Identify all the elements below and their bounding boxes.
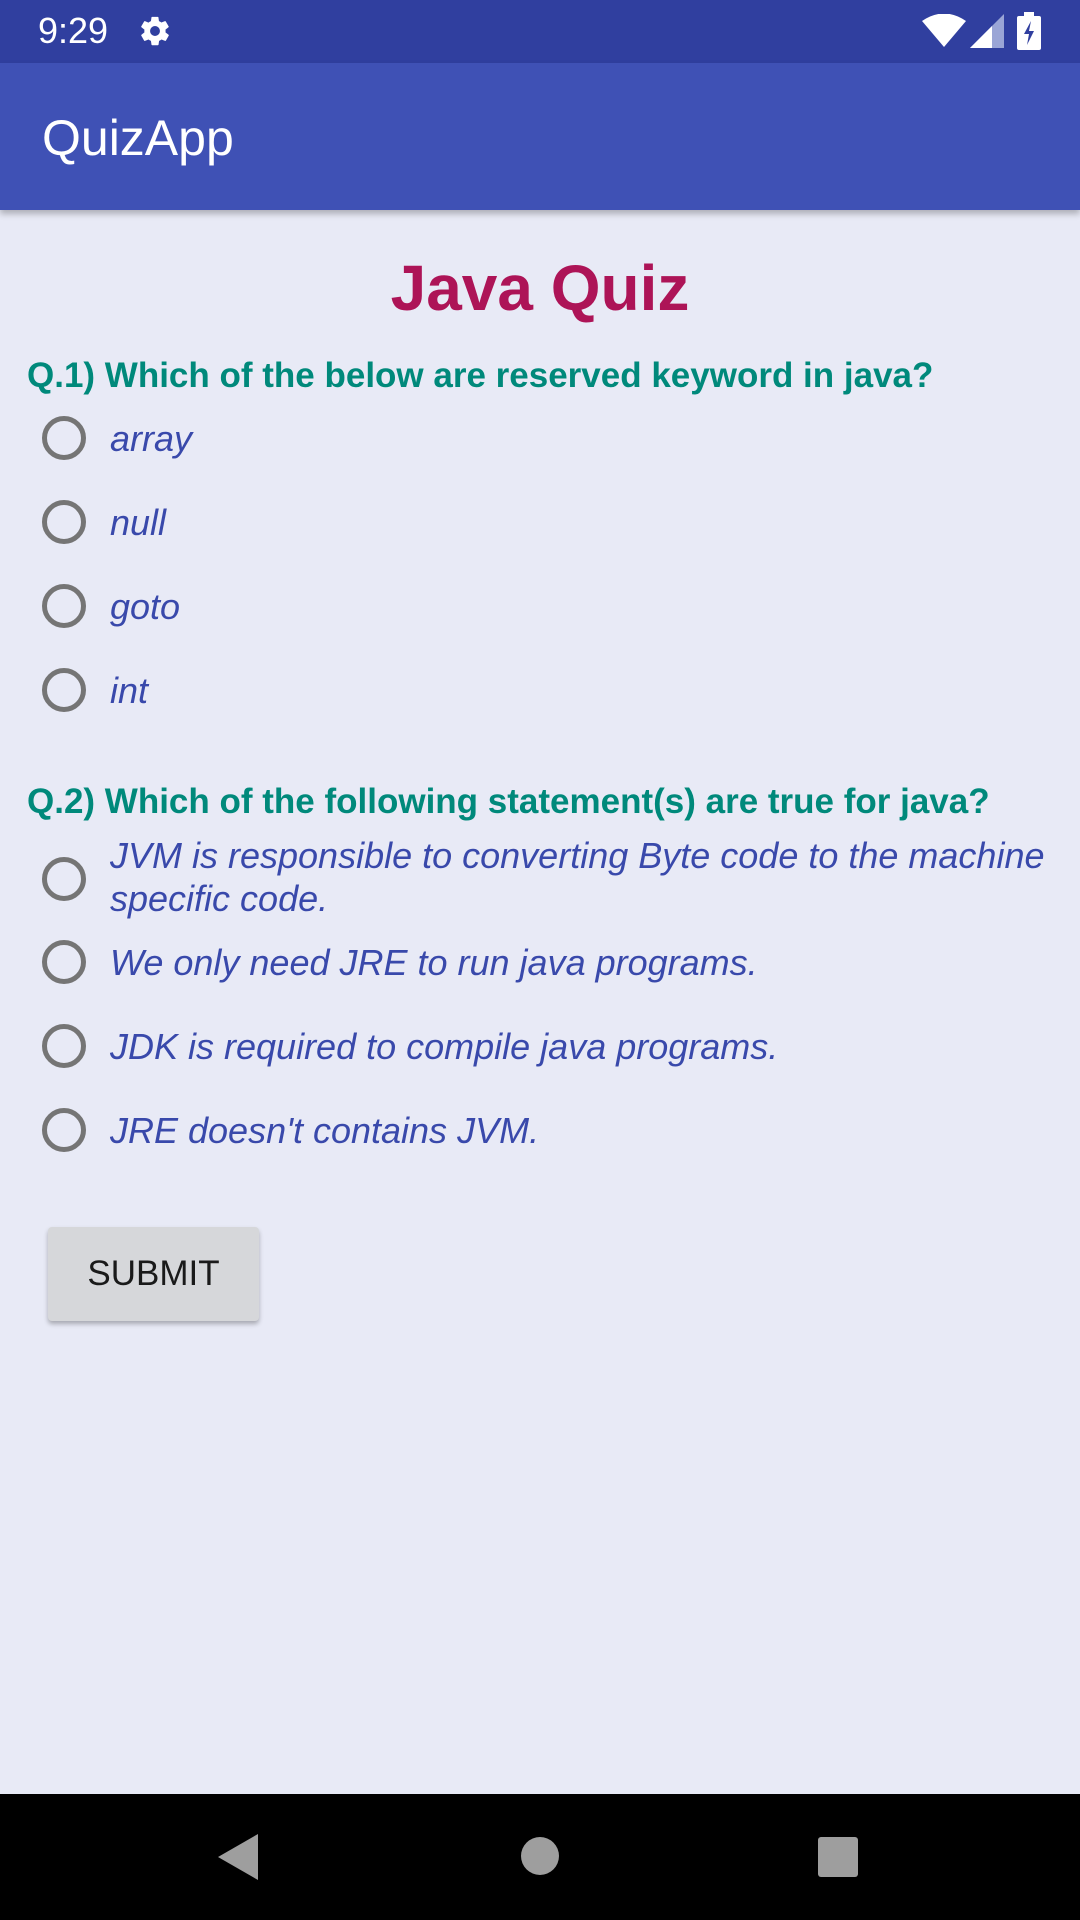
q1-option-array[interactable]: array (40, 410, 1060, 476)
question-1: Q.1) Which of the below are reserved key… (27, 356, 934, 395)
quiz-content: Java Quiz Q.1) Which of the below are re… (0, 210, 1080, 1794)
q2-option-3[interactable]: JDK is required to compile java programs… (40, 1018, 1060, 1084)
radio-button[interactable] (42, 1024, 86, 1068)
navigation-bar (0, 1794, 1080, 1920)
quiz-title: Java Quiz (390, 252, 690, 324)
radio-button[interactable] (42, 940, 86, 984)
wifi-icon (922, 13, 966, 53)
app-title: QuizApp (42, 110, 234, 166)
radio-button[interactable] (42, 857, 86, 901)
recents-icon[interactable] (818, 1837, 858, 1882)
status-time: 9:29 (38, 10, 109, 51)
status-bar: 9:29 (0, 0, 1080, 63)
radio-button[interactable] (42, 416, 86, 460)
submit-button[interactable]: SUBMIT (48, 1227, 259, 1321)
radio-button[interactable] (42, 584, 86, 628)
back-icon[interactable] (218, 1834, 258, 1885)
q2-option-4[interactable]: JRE doesn't contains JVM. (40, 1102, 1060, 1168)
option-label: We only need JRE to run java programs. (110, 942, 758, 983)
q1-option-goto[interactable]: goto (40, 578, 1060, 644)
option-label: JRE doesn't contains JVM. (110, 1110, 540, 1151)
radio-button[interactable] (42, 1108, 86, 1152)
option-label: JDK is required to compile java programs… (110, 1026, 779, 1067)
signal-icon (970, 14, 1004, 53)
option-label: int (110, 670, 149, 711)
radio-button[interactable] (42, 668, 86, 712)
option-label: goto (110, 586, 181, 627)
question-2: Q.2) Which of the following statement(s)… (27, 782, 990, 821)
radio-button[interactable] (42, 500, 86, 544)
option-label: JVM is responsible to converting Byte co… (110, 835, 1045, 919)
q2-option-1[interactable]: JVM is responsible to converting Byte co… (40, 832, 1060, 932)
option-label: null (110, 502, 167, 543)
home-icon[interactable] (520, 1836, 560, 1881)
option-label: array (110, 418, 193, 459)
battery-icon (1017, 12, 1041, 55)
q2-option-2[interactable]: We only need JRE to run java programs. (40, 934, 1060, 1000)
gear-icon (138, 14, 172, 48)
q1-option-int[interactable]: int (40, 662, 1060, 728)
app-bar: QuizApp (0, 63, 1080, 210)
q1-option-null[interactable]: null (40, 494, 1060, 560)
